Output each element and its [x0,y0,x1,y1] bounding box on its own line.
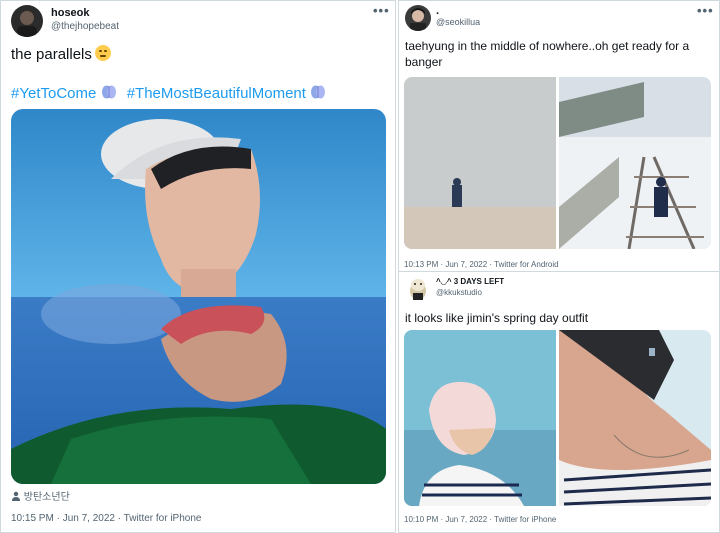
hashtag-line: #YetToCome #TheMostBeautifulMoment [11,84,326,102]
avatar[interactable] [11,5,43,37]
tweet-text: the parallels [11,45,111,63]
tweet-media-image[interactable] [404,330,711,506]
rolling-eyes-emoji-icon [94,45,111,61]
more-options-icon[interactable]: ••• [373,3,390,18]
person-tag-icon [12,491,20,501]
hashtag-link[interactable]: #TheMostBeautifulMoment [127,85,306,102]
tweet-timestamp[interactable]: 10:13 PM · Jun 7, 2022 · Twitter for And… [404,260,559,269]
purple-heart-brain-icon [311,85,326,99]
media-tag[interactable]: 방탄소년단 [11,488,70,503]
tweet-timestamp[interactable]: 10:10 PM · Jun 7, 2022 · Twitter for iPh… [404,515,556,524]
user-handle[interactable]: @kkukstudio [436,288,482,297]
avatar[interactable] [405,5,431,31]
tweet-card-kkukstudio[interactable]: ^◡^ 3 DAYS LEFT @kkukstudio it looks lik… [398,272,720,533]
tweet-card-hoseok[interactable]: hoseok @thejhopebeat ••• the parallels #… [0,0,396,533]
media-tag-label: 방탄소년단 [23,492,70,503]
more-options-icon[interactable]: ••• [697,3,714,18]
user-handle[interactable]: @seokillua [436,17,480,27]
tweet-text: taehyung in the middle of nowhere..oh ge… [405,39,690,69]
user-handle[interactable]: @thejhopebeat [51,21,119,32]
purple-heart-brain-icon [101,85,116,99]
hashtag-link[interactable]: #YetToCome [11,85,96,102]
tweet-timestamp[interactable]: 10:15 PM · Jun 7, 2022 · Twitter for iPh… [11,513,201,524]
display-name[interactable]: ^◡^ 3 DAYS LEFT [436,277,504,286]
tweet-card-seokillua[interactable]: . @seokillua ••• taehyung in the middle … [398,0,720,272]
tweet-text: it looks like jimin's spring day outfit [405,311,589,325]
display-name[interactable]: . [436,5,439,17]
avatar[interactable] [405,275,431,301]
display-name[interactable]: hoseok [51,7,90,19]
tweet-media-image[interactable] [11,109,386,484]
tweet-text-body: the parallels [11,46,92,63]
tweet-media-image[interactable] [404,77,711,249]
